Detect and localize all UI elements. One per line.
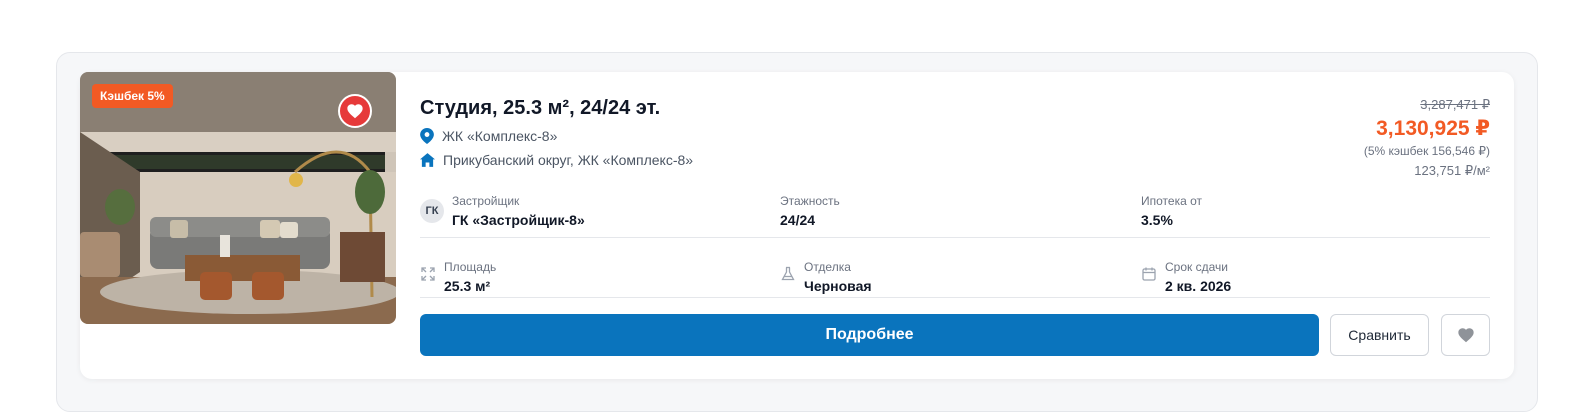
apartment-photo[interactable]: Кэшбек 5%	[80, 72, 396, 324]
old-price: 3,287,471 ₽	[1420, 97, 1490, 112]
finish-cell: Отделка Черновая	[780, 260, 872, 294]
details-row-2: Площадь 25.3 м² Отделка Черновая Срок сд…	[420, 260, 1490, 298]
developer-cell: ГК Застройщик ГК «Застройщик-8»	[420, 194, 585, 228]
cashback-note: (5% кэшбек 156,546 ₽)	[1363, 144, 1490, 158]
details-button[interactable]: Подробнее	[420, 314, 1319, 356]
address-text: Прикубанский округ, ЖК «Комплекс-8»	[443, 152, 694, 168]
calendar-icon	[1142, 267, 1156, 281]
location-pin-icon	[420, 128, 434, 144]
favorite-toggle[interactable]	[338, 94, 372, 128]
developer-label: Застройщик	[452, 194, 520, 208]
area-cell: Площадь 25.3 м²	[420, 260, 496, 294]
mortgage-label: Ипотека от	[1141, 194, 1202, 208]
floors-cell: Этажность 24/24	[780, 194, 840, 228]
deadline-value: 2 кв. 2026	[1165, 278, 1232, 294]
finish-label: Отделка	[804, 260, 851, 274]
floors-value: 24/24	[780, 212, 816, 228]
mortgage-value: 3.5%	[1141, 212, 1173, 228]
mortgage-cell: Ипотека от 3.5%	[1141, 194, 1202, 228]
listing-card: Кэшбек 5% Студия, 25.3 м², 24/24 эт. ЖК …	[80, 72, 1514, 379]
developer-avatar: ГК	[420, 199, 444, 223]
floors-label: Этажность	[780, 194, 840, 208]
complex-line: ЖК «Комплекс-8»	[420, 128, 557, 144]
house-icon	[420, 153, 435, 167]
heart-icon	[347, 104, 363, 119]
deadline-label: Срок сдачи	[1165, 260, 1228, 274]
price-per-m2: 123,751 ₽/м²	[1414, 163, 1490, 178]
current-price: 3,130,925 ₽	[1376, 117, 1490, 140]
flask-icon	[781, 266, 795, 281]
add-favorite-button[interactable]	[1441, 314, 1490, 356]
area-value: 25.3 м²	[444, 278, 491, 294]
address-line: Прикубанский округ, ЖК «Комплекс-8»	[420, 152, 693, 168]
area-label: Площадь	[444, 260, 497, 274]
finish-value: Черновая	[804, 278, 872, 294]
heart-icon	[1457, 328, 1474, 343]
listing-title[interactable]: Студия, 25.3 м², 24/24 эт.	[420, 97, 660, 120]
deadline-cell: Срок сдачи 2 кв. 2026	[1141, 260, 1231, 294]
price-block: 3,287,471 ₽ 3,130,925 ₽ (5% кэшбек 156,5…	[1364, 97, 1490, 179]
listing-info: Студия, 25.3 м², 24/24 эт. ЖК «Комплекс-…	[420, 72, 1490, 379]
complex-name[interactable]: ЖК «Комплекс-8»	[442, 128, 557, 144]
expand-icon	[421, 267, 435, 281]
cashback-badge: Кэшбек 5%	[92, 84, 173, 108]
developer-value[interactable]: ГК «Застройщик-8»	[452, 212, 585, 228]
details-row-1: ГК Застройщик ГК «Застройщик-8» Этажност…	[420, 194, 1490, 238]
compare-button[interactable]: Сравнить	[1330, 314, 1429, 356]
